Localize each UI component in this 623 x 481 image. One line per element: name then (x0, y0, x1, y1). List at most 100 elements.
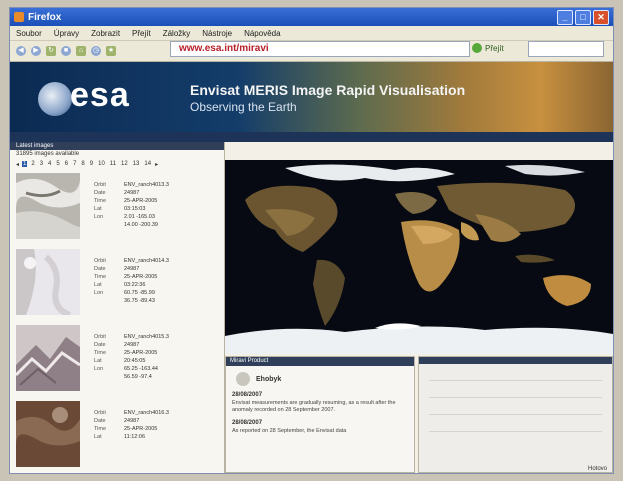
page-link[interactable]: 3 (39, 161, 44, 167)
latest-images-panel: Latest images 31895 images available ◂ 1… (10, 142, 225, 473)
forward-icon[interactable]: ▶ (31, 46, 41, 56)
field-label: Lat (94, 282, 102, 288)
window-title: Firefox (28, 11, 62, 23)
close-icon[interactable]: ✕ (593, 9, 609, 25)
go-icon (472, 43, 482, 53)
nav-item[interactable] (106, 134, 118, 140)
field-value: 14.00 -200.39 (124, 222, 158, 228)
satellite-thumbnail[interactable] (16, 249, 80, 315)
field-label: Orbit (94, 258, 106, 264)
field-value: 2.01 -165.03 (124, 214, 155, 220)
page-link[interactable]: 8 (80, 161, 85, 167)
maximize-icon[interactable]: □ (575, 9, 591, 25)
image-list-item[interactable]: Orbit ENV_ranch4013.3 Date 24987 Time 25-AP… (10, 169, 224, 245)
field-label: Lat (94, 358, 102, 364)
address-bar[interactable]: www.esa.int/miravi (170, 41, 470, 57)
panel-heading: Latest images (10, 142, 224, 150)
satellite-thumbnail[interactable] (16, 173, 80, 239)
page-link[interactable]: 12 (120, 161, 129, 167)
field-value: 03:22:36 (124, 282, 146, 288)
prev-icon[interactable]: ◂ (16, 161, 19, 168)
pagination: ◂ 1 2 3 4 5 6 7 8 9 10 11 12 13 14 ▸ (10, 159, 224, 169)
image-list-item[interactable]: Orbit ENV_ranch4016.3 Date 24987 Time 25-AP… (10, 397, 224, 473)
page-link[interactable]: 11 (109, 161, 117, 167)
profile-name[interactable]: Ehobyk (256, 376, 281, 383)
page-link[interactable]: 6 (64, 161, 69, 167)
esa-logo-icon (38, 82, 72, 116)
page-link[interactable]: 14 (143, 161, 152, 167)
field-label: Time (94, 198, 107, 204)
field-label: Lon (94, 290, 104, 296)
status-bar: Hotovo (10, 466, 613, 473)
field-value: 25-APR-2005 (124, 350, 158, 356)
banner-subtitle: Observing the Earth (190, 100, 297, 114)
news-date: 28/08/2007 (232, 392, 263, 398)
stop-icon[interactable]: ■ (61, 46, 71, 56)
satellite-thumbnail[interactable] (16, 401, 80, 467)
page-link[interactable]: 10 (97, 161, 106, 167)
satellite-thumbnail[interactable] (16, 325, 80, 391)
image-name: ENV_ranch4016.3 (124, 410, 169, 416)
nav-item[interactable] (24, 134, 36, 140)
site-nav (10, 132, 613, 142)
menu-tools[interactable]: Nástroje (202, 29, 232, 38)
menu-view[interactable]: Zobrazit (91, 29, 120, 38)
menu-bookmarks[interactable]: Záložky (163, 29, 191, 38)
next-icon[interactable]: ▸ (155, 161, 158, 168)
page-link[interactable]: 13 (132, 161, 141, 167)
field-value: 25-APR-2005 (124, 198, 158, 204)
page-link[interactable]: 7 (72, 161, 77, 167)
home-icon[interactable]: ⌂ (76, 46, 86, 56)
field-value: 03:15:03 (124, 206, 146, 212)
image-metadata: Orbit ENV_ranch4016.3 Date 24987 Time 25-AP… (94, 409, 169, 473)
page-link[interactable]: 2 (30, 161, 35, 167)
field-label: Lon (94, 214, 104, 220)
world-coverage-map[interactable] (225, 160, 613, 354)
browser-window: Firefox _ □ ✕ Soubor Úpravy Zobrazit Pře… (10, 8, 613, 473)
nav-item[interactable] (50, 134, 62, 140)
news-date: 28/08/2007 (232, 420, 263, 426)
bookmark-icon[interactable]: ★ (106, 46, 116, 56)
menu-file[interactable]: Soubor (16, 29, 42, 38)
image-metadata: Orbit ENV_ranch4014.3 Date 24987 Time 25-AP… (94, 257, 169, 321)
go-button[interactable]: Přejít (472, 41, 504, 55)
field-value: 24987 (124, 266, 140, 272)
field-value: 24987 (124, 190, 140, 196)
esa-banner: esa Envisat MERIS Image Rapid Visualisat… (10, 62, 613, 132)
divider (429, 380, 602, 381)
divider (429, 397, 602, 398)
menu-help[interactable]: Nápověda (244, 29, 280, 38)
field-value: 25-APR-2005 (124, 426, 158, 432)
esa-logo[interactable]: esa (70, 76, 130, 115)
menu-bar: Soubor Úpravy Zobrazit Přejít Záložky Ná… (10, 26, 613, 41)
image-list-item[interactable]: Orbit ENV_ranch4014.3 Date 24987 Time 25-AP… (10, 245, 224, 321)
image-name: ENV_ranch4013.3 (124, 182, 169, 188)
minimize-icon[interactable]: _ (557, 9, 573, 25)
image-name: ENV_ranch4014.3 (124, 258, 169, 264)
field-value: 56.59 -97.4 (124, 374, 152, 380)
images-count: 31895 images available (16, 151, 80, 157)
divider (429, 431, 602, 432)
menu-edit[interactable]: Úpravy (54, 29, 79, 38)
field-label: Orbit (94, 182, 106, 188)
page-link[interactable]: 1 (22, 161, 28, 167)
page-link[interactable]: 4 (47, 161, 52, 167)
nav-item[interactable] (75, 134, 92, 140)
image-list-item[interactable]: Orbit ENV_ranch4015.3 Date 24987 Time 25-AP… (10, 321, 224, 397)
page-link[interactable]: 5 (55, 161, 60, 167)
menu-go[interactable]: Přejít (132, 29, 151, 38)
field-value: 36.75 -89.43 (124, 298, 155, 304)
field-value: 11:12:06 (124, 434, 146, 440)
field-label: Orbit (94, 334, 106, 340)
firefox-icon (14, 12, 24, 22)
history-icon[interactable]: ◷ (91, 46, 101, 56)
search-input[interactable] (528, 41, 604, 57)
field-label: Lon (94, 366, 104, 372)
window-controls: _ □ ✕ (557, 9, 609, 25)
reload-icon[interactable]: ↻ (46, 46, 56, 56)
field-label: Date (94, 266, 106, 272)
field-label: Orbit (94, 410, 106, 416)
page-link[interactable]: 9 (89, 161, 94, 167)
back-icon[interactable]: ◀ (16, 46, 26, 56)
field-label (94, 297, 120, 305)
